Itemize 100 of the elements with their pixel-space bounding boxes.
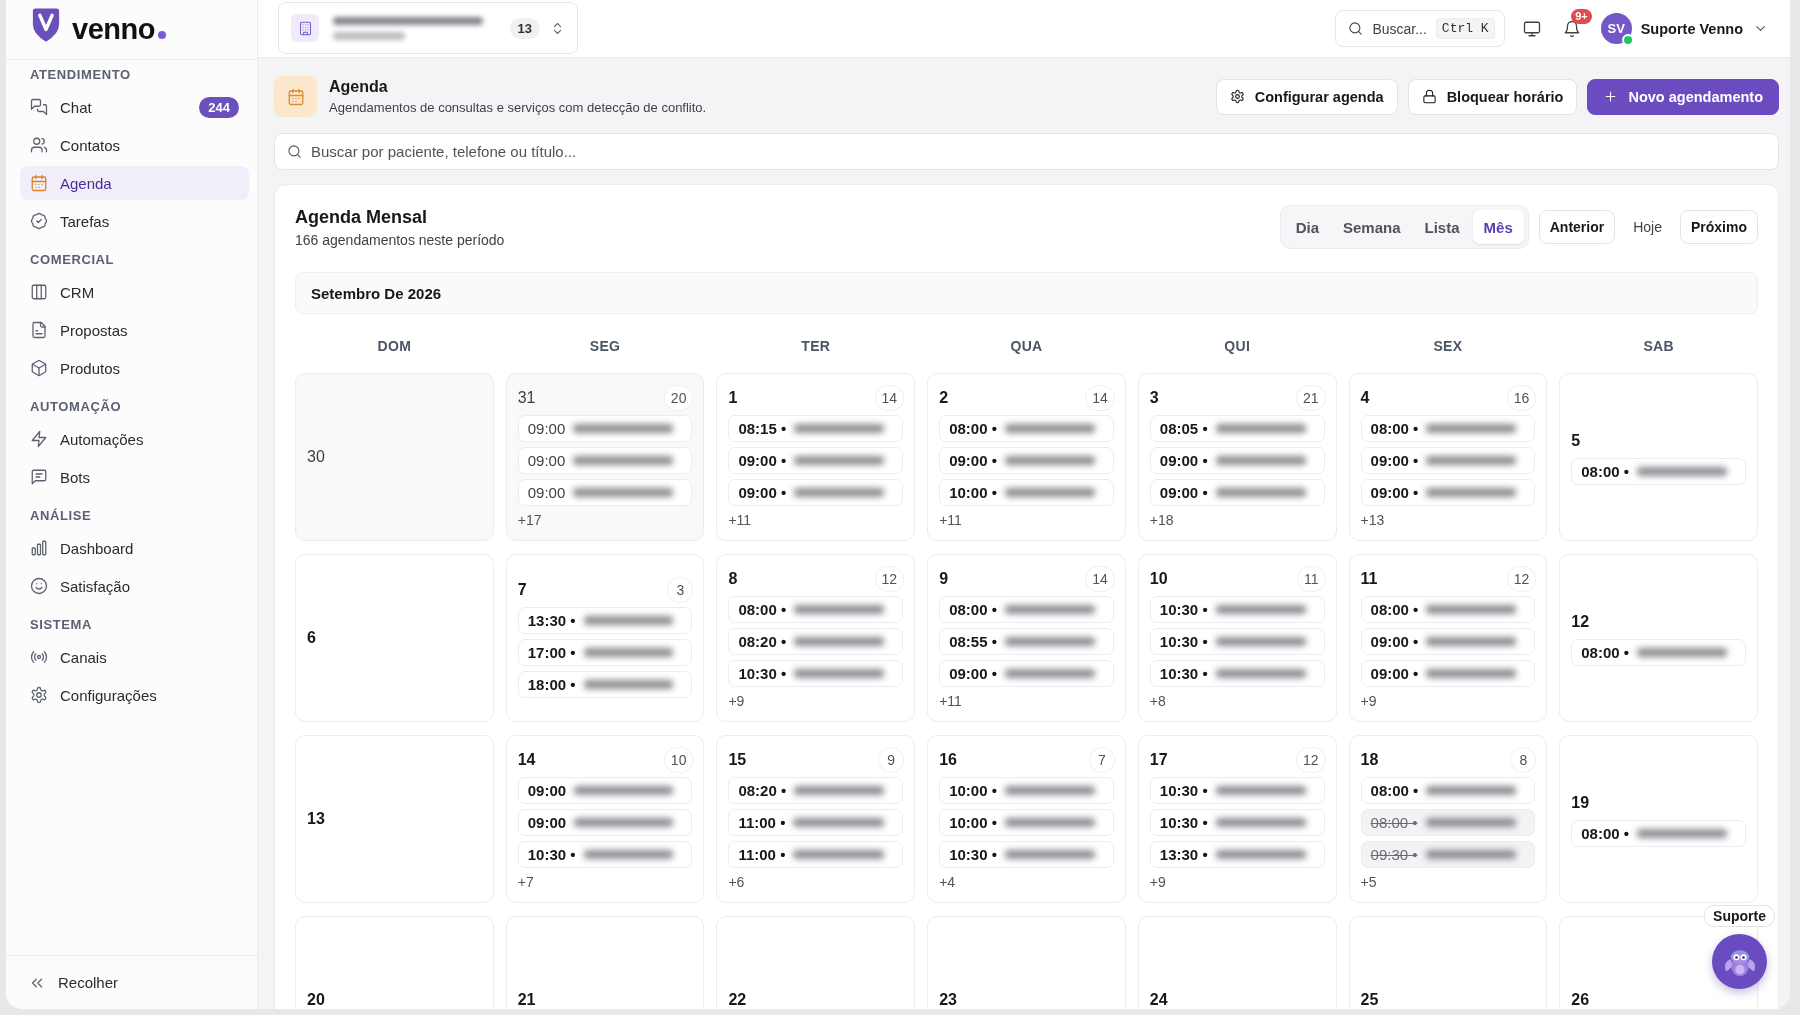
sidebar-item[interactable]: Dashboard [20, 531, 249, 565]
search-icon [1348, 21, 1364, 36]
more-link[interactable]: +9 [728, 693, 904, 709]
appointment-chip[interactable]: 09:00 • [939, 660, 1114, 687]
user-avatar[interactable]: SV [1600, 13, 1632, 44]
more-link[interactable]: +5 [1360, 874, 1536, 890]
search-button[interactable]: Buscar... Ctrl K [1335, 10, 1505, 47]
appointment-chip[interactable]: 08:00 • [728, 596, 904, 623]
appointment-chip[interactable]: 10:30 • [939, 841, 1114, 868]
more-link[interactable]: +13 [1360, 512, 1536, 528]
more-link[interactable]: +9 [1360, 693, 1536, 709]
appointment-chip[interactable]: 10:30 • [517, 841, 693, 868]
bell-icon[interactable] [1562, 19, 1581, 38]
more-link[interactable]: +18 [1149, 512, 1325, 528]
calendar-title: Agenda Mensal [295, 206, 429, 228]
appointment-chip[interactable]: 10:30 • [1149, 777, 1325, 804]
action-button[interactable]: Configurar agenda [1215, 78, 1398, 115]
appointment-chip[interactable]: 09:00 [517, 447, 693, 474]
appointment-chip[interactable]: 08:00 • [1571, 820, 1746, 847]
appointment-chip[interactable]: 09:00 • [1360, 447, 1536, 474]
appointment-chip[interactable]: 09:00 • [1360, 660, 1536, 687]
more-link[interactable]: +17 [517, 512, 693, 528]
appointment-chip[interactable]: 09:00 • [1360, 628, 1536, 655]
sidebar-item[interactable]: Propostas [20, 313, 249, 347]
more-link[interactable]: +11 [728, 512, 904, 528]
monitor-icon[interactable] [1522, 19, 1541, 38]
appointment-chip[interactable]: 10:00 • [939, 809, 1114, 836]
appointment-chip[interactable]: 09:00 [517, 479, 693, 506]
sidebar-item[interactable]: Automações [20, 422, 249, 456]
appointment-chip[interactable]: 09:00 • [1360, 479, 1536, 506]
appointment-chip[interactable]: 08:20 • [728, 777, 904, 804]
view-tab[interactable]: Mês [1472, 210, 1524, 244]
day-number: 7 [517, 581, 527, 599]
appointment-chip[interactable]: 08:00 • [1360, 596, 1536, 623]
appointment-total: 166 agendamentos neste período [295, 231, 505, 248]
appointment-chip[interactable]: 10:30 • [728, 660, 904, 687]
appointment-chip[interactable]: 09:00 • [1149, 447, 1325, 474]
appointment-chip[interactable]: 18:00 • [517, 671, 693, 698]
appointment-chip[interactable]: 10:30 • [1149, 628, 1325, 655]
appointment-chip[interactable]: 08:00 • [1360, 809, 1536, 836]
view-tab[interactable]: Semana [1332, 210, 1412, 244]
nav-button[interactable]: Hoje [1623, 210, 1672, 244]
appointment-chip[interactable]: 09:00 • [1149, 479, 1325, 506]
sidebar-item[interactable]: CRM [20, 275, 249, 309]
workspace-selector[interactable]: 13 [278, 2, 578, 54]
sidebar-item[interactable]: Bots [20, 460, 249, 494]
appointment-chip[interactable]: 11:00 • [728, 809, 904, 836]
nav-button[interactable]: Anterior [1538, 210, 1616, 244]
appointment-chip[interactable]: 09:30 • [1360, 841, 1536, 868]
sidebar-item[interactable]: Configurações [20, 678, 249, 712]
view-tab[interactable]: Lista [1413, 210, 1471, 244]
appointment-chip[interactable]: 08:55 • [939, 628, 1114, 655]
user-name[interactable]: Suporte Venno [1640, 20, 1743, 37]
action-button[interactable]: Novo agendamento [1587, 78, 1779, 115]
appointment-chip[interactable]: 08:00 • [1571, 639, 1746, 666]
appointment-chip[interactable]: 10:30 • [1149, 809, 1325, 836]
appointment-chip[interactable]: 09:00 • [939, 447, 1114, 474]
sidebar-item[interactable]: Satisfação [20, 569, 249, 603]
more-link[interactable]: +11 [939, 512, 1114, 528]
more-link[interactable]: +6 [728, 874, 904, 890]
day-number: 24 [1149, 991, 1168, 1009]
sidebar-item[interactable]: Agenda [20, 166, 249, 200]
more-link[interactable]: +9 [1149, 874, 1325, 890]
appointment-chip[interactable]: 11:00 • [728, 841, 904, 868]
appointment-chip[interactable]: 10:00 • [939, 479, 1114, 506]
appointment-chip[interactable]: 17:00 • [517, 639, 693, 666]
broadcast-icon [30, 648, 48, 666]
appointment-chip[interactable]: 08:00 • [1360, 777, 1536, 804]
more-link[interactable]: +7 [517, 874, 693, 890]
appointment-chip[interactable]: 09:00 [517, 415, 693, 442]
appointment-chip[interactable]: 08:00 • [1360, 415, 1536, 442]
sidebar-item[interactable]: Chat 244 [20, 90, 249, 124]
appointment-chip[interactable]: 08:05 • [1149, 415, 1325, 442]
appointment-chip[interactable]: 08:00 • [939, 596, 1114, 623]
sidebar-item[interactable]: Produtos [20, 351, 249, 385]
appointment-chip[interactable]: 08:00 • [1571, 458, 1746, 485]
sidebar-item[interactable]: Tarefas [20, 204, 249, 238]
more-link[interactable]: +11 [939, 693, 1114, 709]
appointment-chip[interactable]: 08:00 • [939, 415, 1114, 442]
collapse-button[interactable]: Recolher [28, 973, 119, 992]
sidebar-item[interactable]: Contatos [20, 128, 249, 162]
action-button[interactable]: Bloquear horário [1407, 78, 1578, 115]
view-tab[interactable]: Dia [1284, 210, 1330, 244]
nav-button[interactable]: Próximo [1680, 210, 1758, 244]
appointment-chip[interactable]: 09:00 [517, 777, 693, 804]
notification-badge: 9+ [1571, 8, 1592, 24]
more-link[interactable]: +4 [939, 874, 1114, 890]
appointment-chip[interactable]: 09:00 • [728, 479, 904, 506]
appointment-chip[interactable]: 10:00 • [939, 777, 1114, 804]
appointment-chip[interactable]: 10:30 • [1149, 596, 1325, 623]
appointment-chip[interactable]: 09:00 • [728, 447, 904, 474]
appointment-chip[interactable]: 08:15 • [728, 415, 904, 442]
appointment-chip[interactable]: 08:20 • [728, 628, 904, 655]
sidebar-item[interactable]: Canais [20, 640, 249, 674]
appointment-chip[interactable]: 13:30 • [1149, 841, 1325, 868]
search-field[interactable]: Buscar por paciente, telefone ou título... [274, 133, 1779, 170]
appointment-chip[interactable]: 10:30 • [1149, 660, 1325, 687]
appointment-chip[interactable]: 13:30 • [517, 607, 693, 634]
appointment-chip[interactable]: 09:00 [517, 809, 693, 836]
more-link[interactable]: +8 [1149, 693, 1325, 709]
